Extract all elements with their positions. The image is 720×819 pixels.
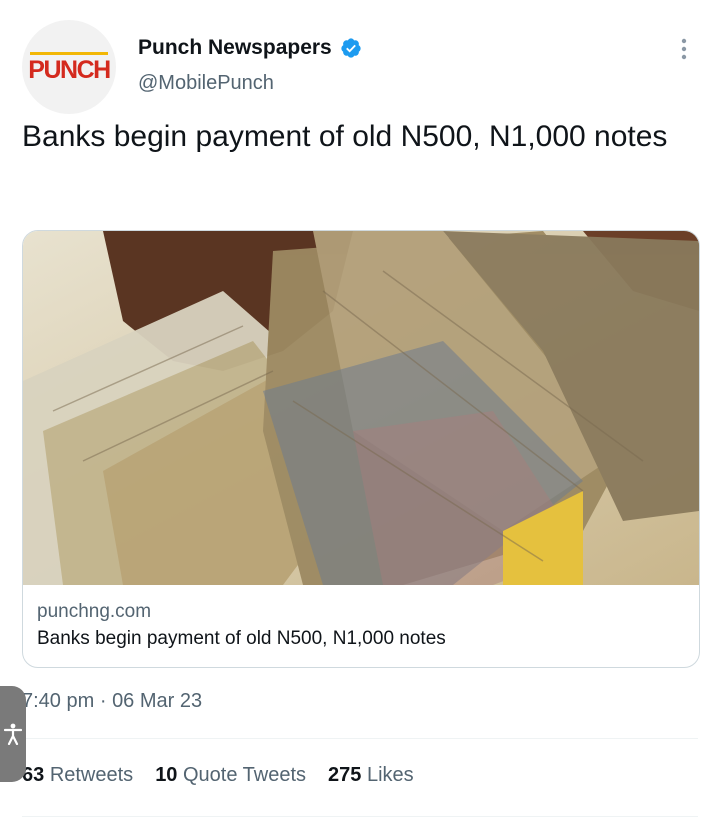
tweet-date: 06 Mar 23 — [112, 690, 203, 712]
author-name[interactable]: Punch Newspapers — [138, 36, 332, 60]
divider — [22, 816, 698, 817]
retweets-stat[interactable]: 63 Retweets — [22, 764, 133, 787]
more-vertical-icon[interactable] — [672, 36, 696, 62]
accessibility-icon — [4, 723, 22, 745]
author-avatar[interactable]: PUNCH — [22, 20, 116, 114]
tweet-text: Banks begin payment of old N500, N1,000 … — [22, 120, 668, 153]
quote-tweets-label: Quote Tweets — [183, 764, 307, 786]
quote-tweets-stat[interactable]: 10 Quote Tweets — [155, 764, 306, 787]
likes-count: 275 — [328, 764, 362, 786]
quote-tweets-count: 10 — [155, 764, 178, 786]
divider — [22, 738, 698, 739]
timestamp-separator: · — [99, 690, 107, 712]
link-card-meta: punchng.com Banks begin payment of old N… — [37, 599, 446, 653]
likes-label: Likes — [366, 764, 414, 786]
tweet-timestamp[interactable]: 7:40 pm · 06 Mar 23 — [22, 690, 202, 713]
author-handle[interactable]: @MobilePunch — [138, 72, 274, 95]
retweets-label: Retweets — [49, 764, 134, 786]
link-domain: punchng.com — [37, 601, 152, 622]
punch-logo: PUNCH — [28, 50, 111, 85]
engagement-stats: 63 Retweets 10 Quote Tweets 275 Likes — [22, 764, 436, 787]
verified-badge-icon — [341, 38, 361, 58]
accessibility-tab[interactable] — [0, 686, 26, 782]
naira-notes-photo — [23, 231, 699, 585]
tweet-time: 7:40 pm — [22, 690, 95, 712]
author-name-row[interactable]: Punch Newspapers — [138, 36, 362, 60]
likes-stat[interactable]: 275 Likes — [328, 764, 414, 787]
link-title: Banks begin payment of old N500, N1,000 … — [37, 628, 446, 649]
link-preview-card[interactable]: punchng.com Banks begin payment of old N… — [22, 230, 700, 668]
